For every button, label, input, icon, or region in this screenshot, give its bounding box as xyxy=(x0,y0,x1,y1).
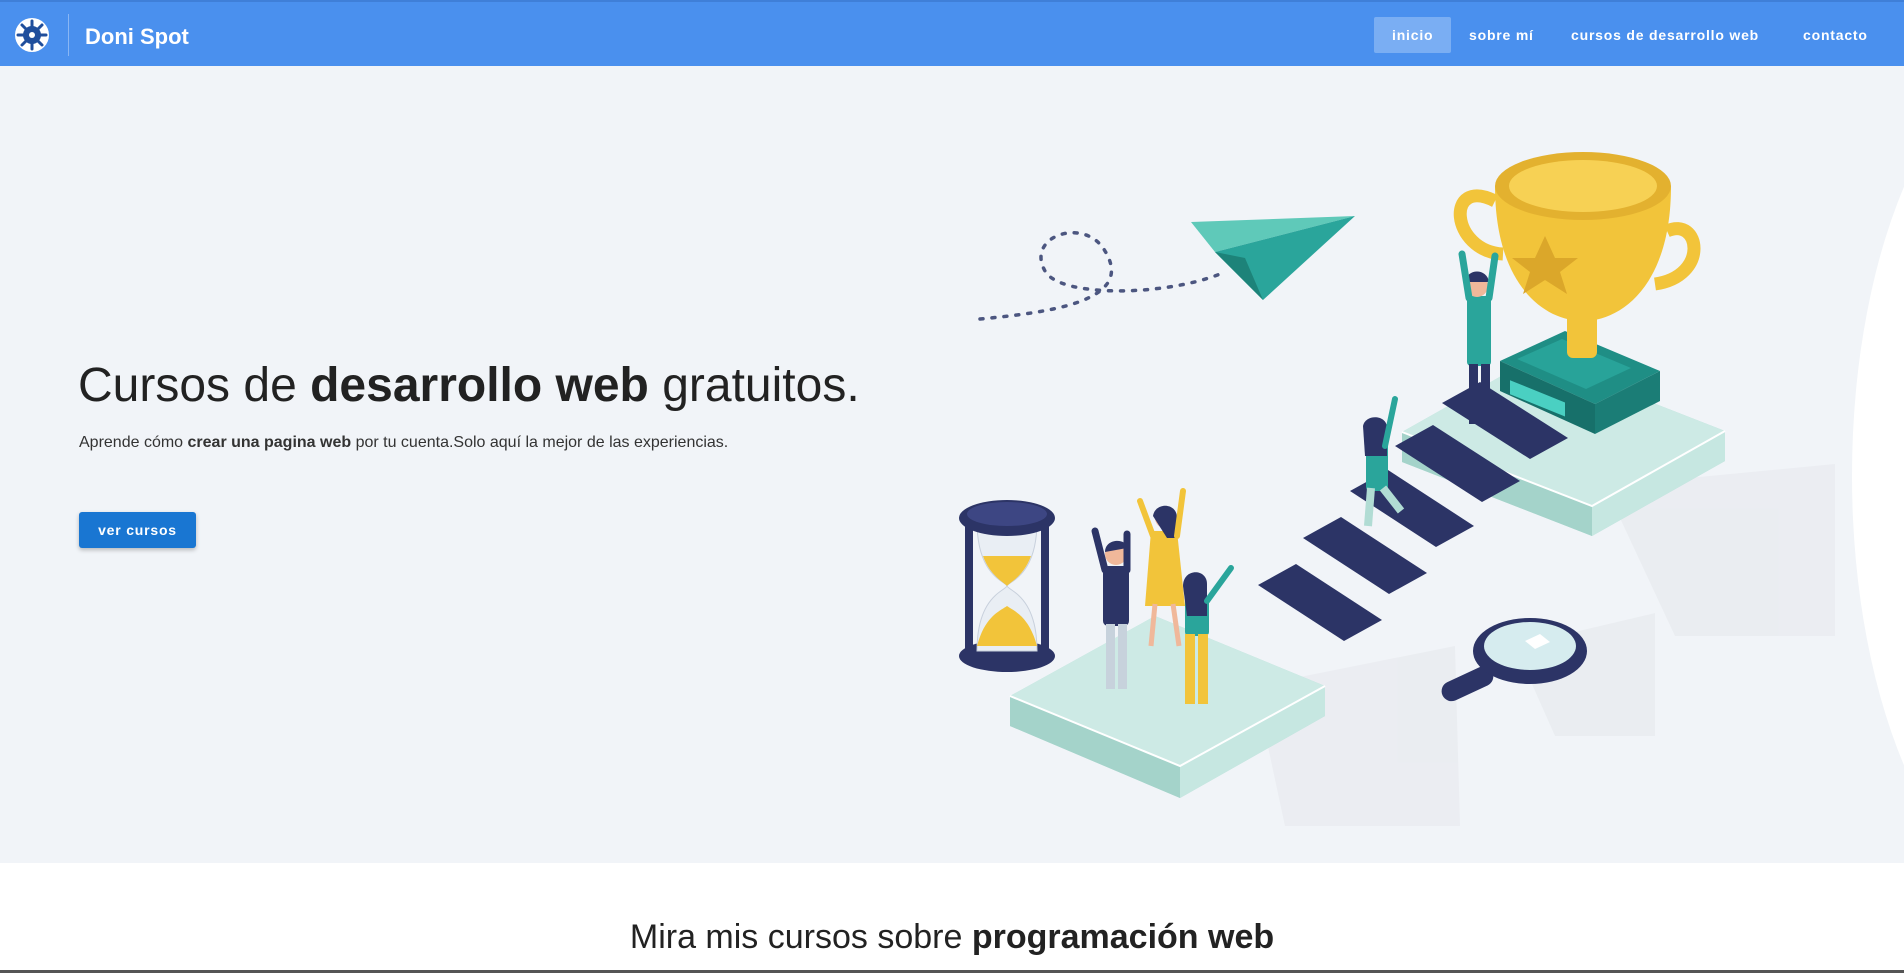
hero-section: Cursos de desarrollo web gratuitos. Apre… xyxy=(0,66,1904,863)
paper-plane-icon xyxy=(1191,216,1355,300)
ver-cursos-button[interactable]: ver cursos xyxy=(79,512,196,548)
top-navbar: Doni Spot inicio sobre mí cursos de desa… xyxy=(0,0,1904,66)
hero-subtitle: Aprende cómo crear una pagina web por tu… xyxy=(79,434,729,451)
nav-link-cursos[interactable]: cursos de desarrollo web xyxy=(1553,17,1777,53)
hero-curve-decoration xyxy=(1852,66,1904,863)
hero-title: Cursos de desarrollo web gratuitos. xyxy=(78,359,860,412)
nav-link-inicio[interactable]: inicio xyxy=(1374,17,1452,53)
brand-name[interactable]: Doni Spot xyxy=(85,24,189,50)
brand-divider xyxy=(68,14,69,56)
site-logo-icon[interactable] xyxy=(14,17,50,53)
hero-illustration xyxy=(959,152,1835,826)
dotted-flight-path xyxy=(978,231,1222,321)
hourglass-icon xyxy=(959,500,1055,672)
stairs xyxy=(1258,382,1568,641)
nav-link-contacto[interactable]: contacto xyxy=(1785,17,1886,53)
courses-section-heading: Mira mis cursos sobre programación web xyxy=(629,918,1275,956)
nav-link-sobre-mi[interactable]: sobre mí xyxy=(1451,17,1552,53)
